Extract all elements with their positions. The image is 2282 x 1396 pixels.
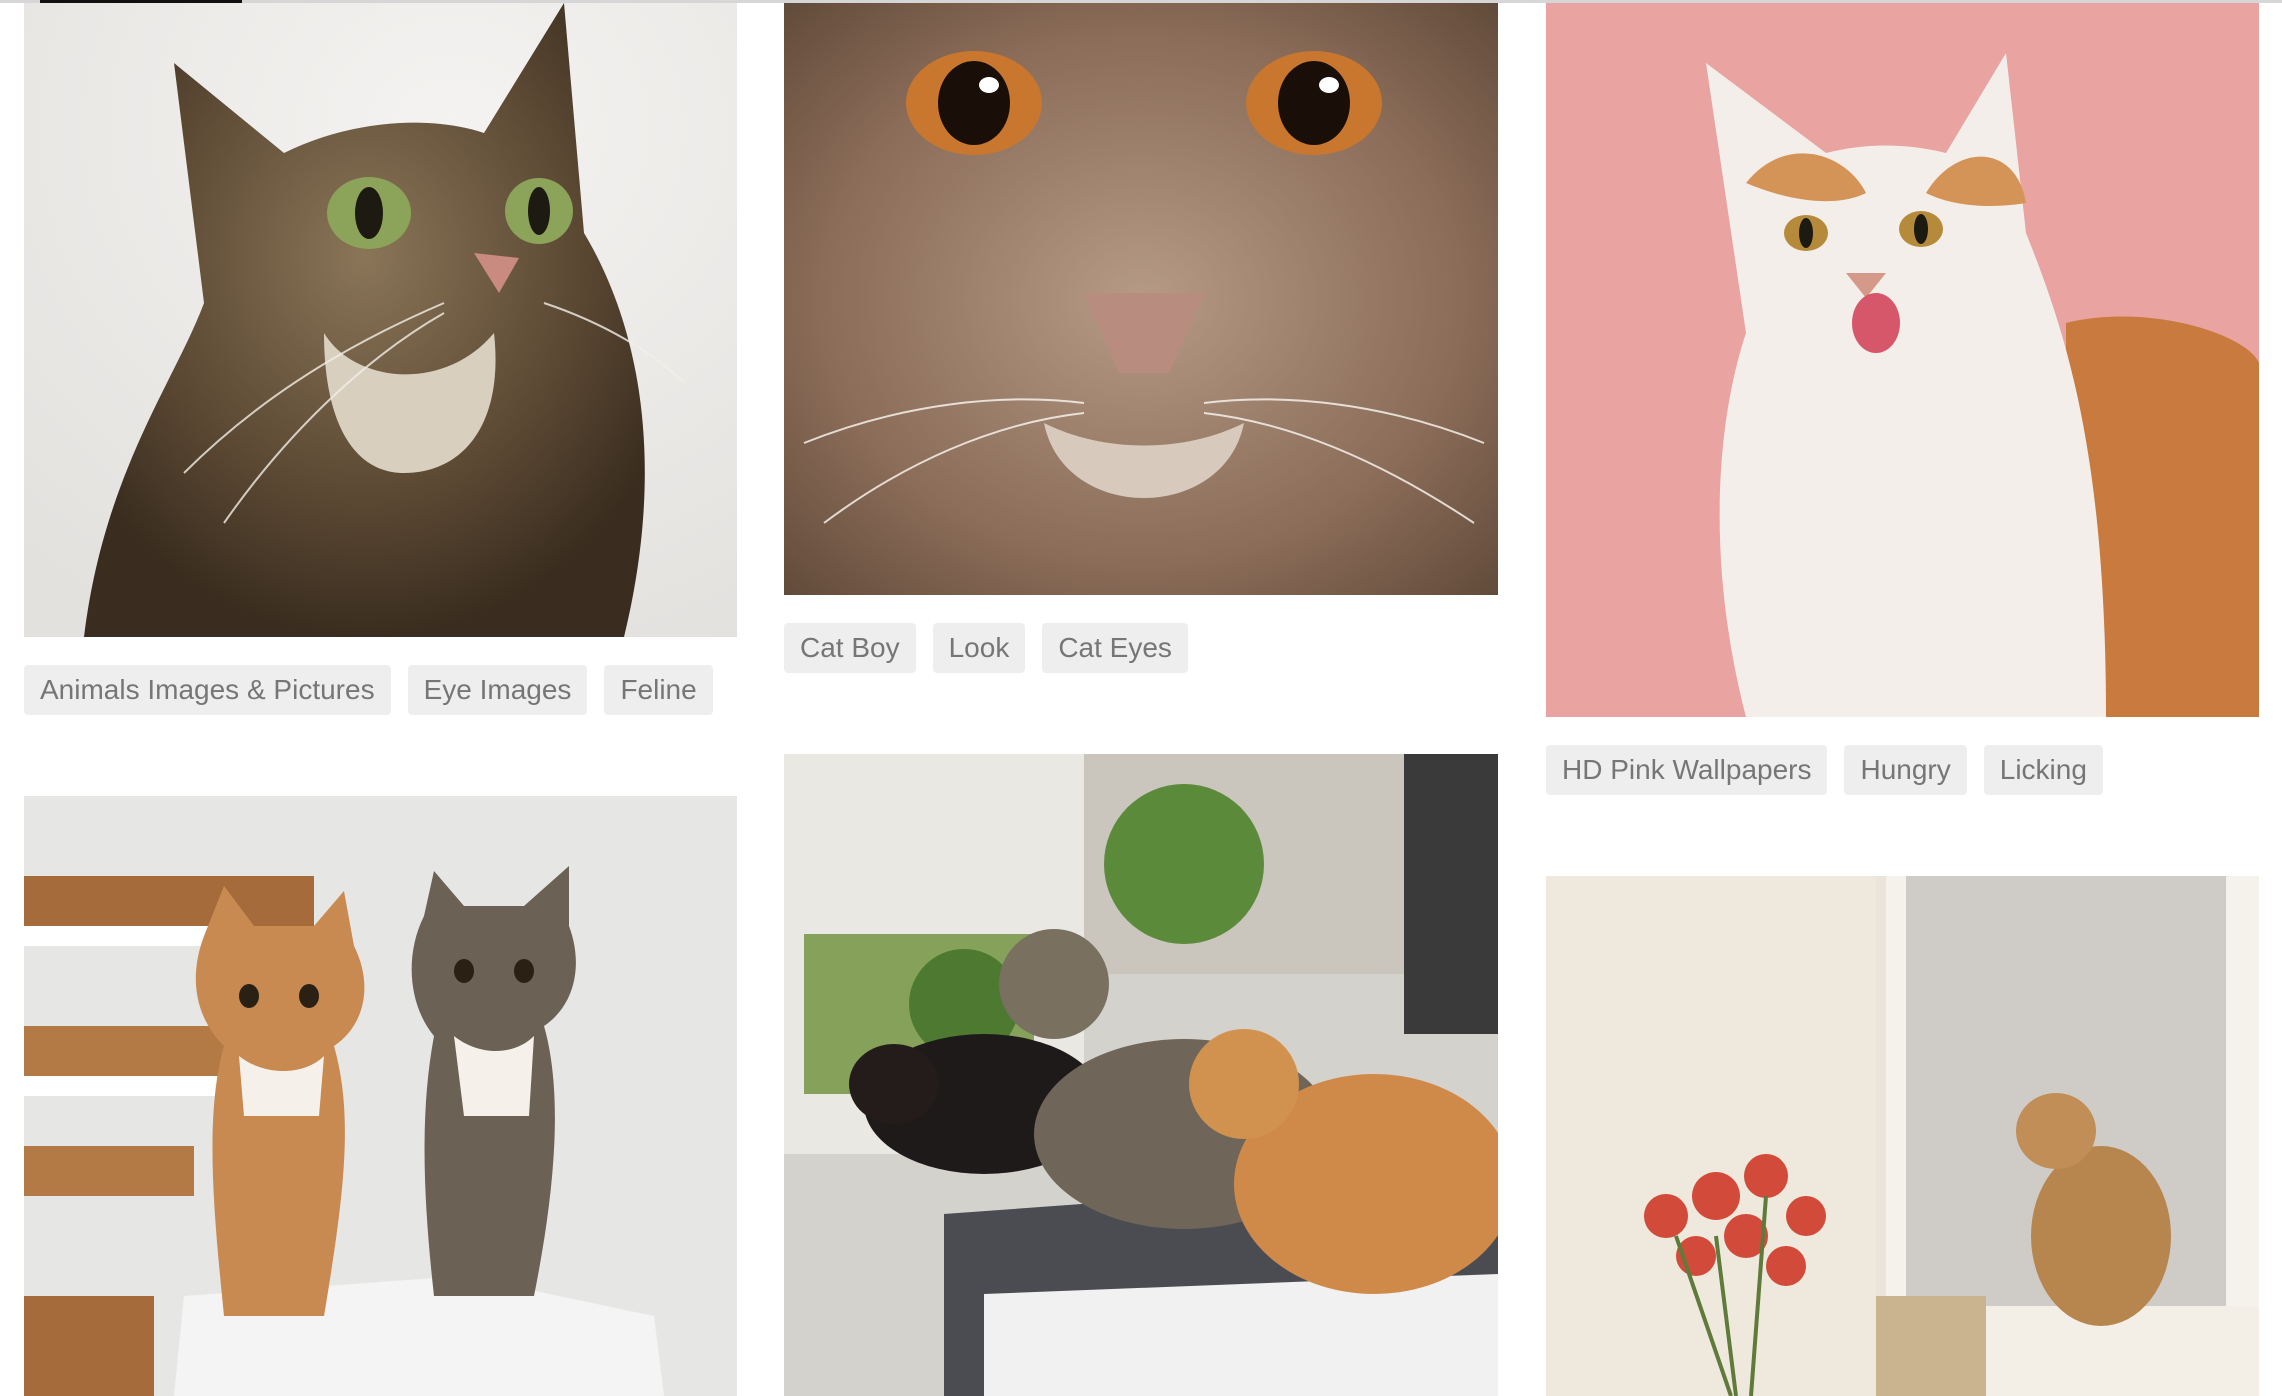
photo-tags-2: Cat Boy Look Cat Eyes	[784, 623, 1188, 673]
photo-tags-3: HD Pink Wallpapers Hungry Licking	[1546, 745, 2103, 795]
tag-link[interactable]: Cat Boy	[784, 623, 916, 673]
photo-card-three-cats[interactable]	[784, 754, 1498, 1396]
photo-card-window-cat[interactable]	[1546, 876, 2259, 1396]
photo-card-cat-closeup[interactable]	[784, 3, 1498, 595]
licking-cat-image	[1546, 3, 2259, 717]
two-kittens-image	[24, 796, 737, 1396]
tag-link[interactable]: Animals Images & Pictures	[24, 665, 391, 715]
tag-link[interactable]: Look	[932, 623, 1026, 673]
photo-card-two-kittens[interactable]	[24, 796, 737, 1396]
tag-link[interactable]: HD Pink Wallpapers	[1546, 745, 1828, 795]
photo-tags-1: Animals Images & Pictures Eye Images Fel…	[24, 665, 713, 715]
tabby-cat-image	[24, 3, 737, 637]
window-cat-image	[1546, 876, 2259, 1396]
tag-link[interactable]: Eye Images	[407, 665, 588, 715]
tag-link[interactable]: Hungry	[1844, 745, 1967, 795]
tag-link[interactable]: Cat Eyes	[1042, 623, 1188, 673]
photo-gallery-page: Animals Images & Pictures Eye Images Fel…	[0, 0, 2282, 1396]
cat-closeup-image	[784, 3, 1498, 595]
tag-link[interactable]: Licking	[1983, 745, 2103, 795]
photo-card-licking-cat[interactable]	[1546, 3, 2259, 717]
photo-card-tabby-cat[interactable]	[24, 3, 737, 637]
three-cats-image	[784, 754, 1498, 1396]
tag-link[interactable]: Feline	[604, 665, 713, 715]
